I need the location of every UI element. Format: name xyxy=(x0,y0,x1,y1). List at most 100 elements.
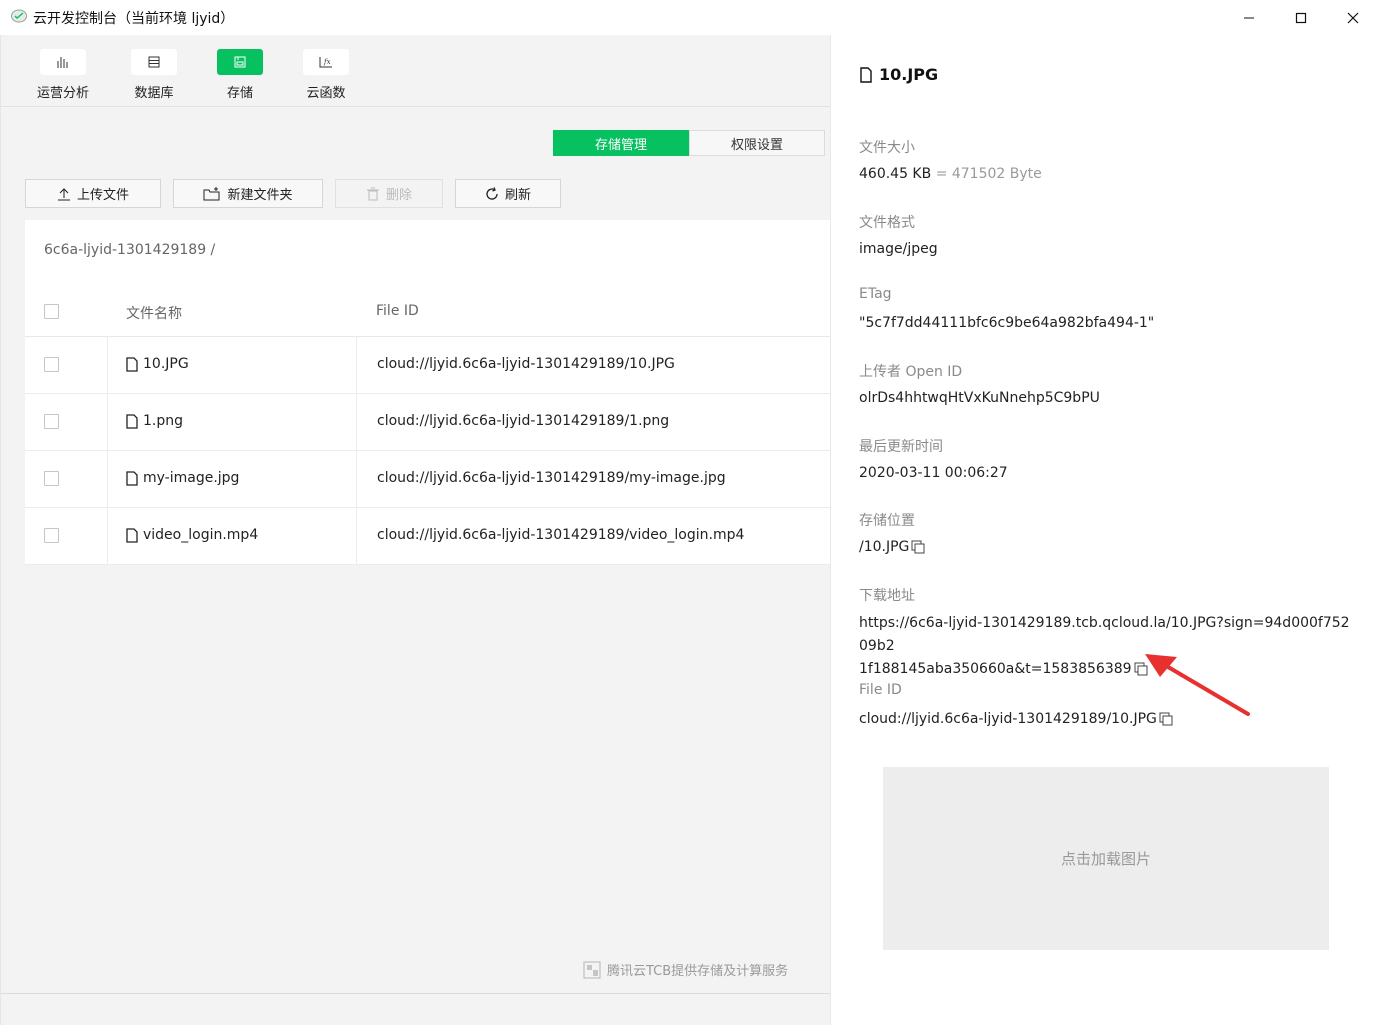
size-value-row: 460.45 KB = 471502 Byte xyxy=(859,166,1042,182)
uploader-value: olrDs4hhtwqHtVxKuNnehp5C9bPU xyxy=(859,390,1100,406)
close-button[interactable] xyxy=(1330,0,1376,35)
location-value-row: /10.JPG xyxy=(859,539,925,555)
column-header-name: 文件名称 xyxy=(126,306,182,322)
file-name: video_login.mp4 xyxy=(143,527,259,543)
copy-icon[interactable] xyxy=(1159,712,1173,726)
tencent-cloud-logo-icon xyxy=(583,961,601,978)
svg-text:fx: fx xyxy=(323,58,331,66)
storage-tabs: 存储管理 权限设置 xyxy=(553,130,825,156)
size-bytes: = 471502 Byte xyxy=(935,166,1042,182)
tab-permission-settings[interactable]: 权限设置 xyxy=(689,130,825,156)
row-checkbox[interactable] xyxy=(44,471,59,486)
nav-item-database[interactable]: 数据库 xyxy=(114,49,194,101)
file-table: 6c6a-ljyid-1301429189 / 文件名称 File ID 10.… xyxy=(25,220,831,565)
minimize-button[interactable] xyxy=(1226,0,1272,35)
file-name: 10.JPG xyxy=(143,356,189,372)
bar-chart-icon xyxy=(57,57,68,68)
minimize-icon xyxy=(1244,17,1254,18)
table-row[interactable]: video_login.mp4 cloud://ljyid.6c6a-ljyid… xyxy=(25,508,831,565)
upload-icon xyxy=(57,187,70,200)
copy-icon[interactable] xyxy=(1134,662,1148,676)
row-checkbox[interactable] xyxy=(44,528,59,543)
file-id-cell: cloud://ljyid.6c6a-ljyid-1301429189/my-i… xyxy=(377,470,726,486)
file-icon xyxy=(860,66,872,83)
image-preview-placeholder[interactable]: 点击加载图片 xyxy=(883,767,1329,950)
title-bar: 云开发控制台（当前环境 ljyid） xyxy=(0,0,1380,35)
storage-manager-panel: 运营分析 数据库 存储 fx 云函数 存储管理 权限设置 上传文件 新建文件夹 … xyxy=(0,35,831,1025)
file-icon xyxy=(126,356,138,372)
footer-divider xyxy=(1,993,831,994)
table-row[interactable]: 10.JPG cloud://ljyid.6c6a-ljyid-13014291… xyxy=(25,337,831,394)
download-label: 下载地址 xyxy=(859,588,915,604)
window-title: 云开发控制台（当前环境 ljyid） xyxy=(33,11,235,27)
tab-storage-manage[interactable]: 存储管理 xyxy=(553,130,689,156)
column-header-file-id: File ID xyxy=(376,303,419,319)
size-value: 460.45 KB xyxy=(859,166,932,182)
table-header: 文件名称 File ID xyxy=(25,286,831,337)
detail-title: 10.JPG xyxy=(859,65,938,84)
nav-label: 数据库 xyxy=(134,86,174,101)
breadcrumb[interactable]: 6c6a-ljyid-1301429189 / xyxy=(44,242,215,258)
nav-label: 存储 xyxy=(226,86,253,101)
file-id-cell: cloud://ljyid.6c6a-ljyid-1301429189/10.J… xyxy=(377,356,675,372)
file-name-cell[interactable]: video_login.mp4 xyxy=(125,527,258,543)
maximize-icon xyxy=(1295,12,1307,23)
row-checkbox[interactable] xyxy=(44,357,59,372)
file-name-cell[interactable]: 10.JPG xyxy=(125,356,189,372)
delete-label: 删除 xyxy=(385,188,412,203)
preview-text: 点击加载图片 xyxy=(1060,850,1151,868)
fileid-label: File ID xyxy=(859,682,902,698)
maximize-button[interactable] xyxy=(1278,0,1324,35)
size-label: 文件大小 xyxy=(859,140,915,156)
table-row[interactable]: my-image.jpg cloud://ljyid.6c6a-ljyid-13… xyxy=(25,451,831,508)
wechat-devtools-logo-icon xyxy=(11,9,27,23)
download-url: https://6c6a-ljyid-1301429189.tcb.qcloud… xyxy=(859,612,1354,681)
fileid-value-row: cloud://ljyid.6c6a-ljyid-1301429189/10.J… xyxy=(859,711,1173,727)
file-name-cell[interactable]: 1.png xyxy=(125,413,183,429)
upload-file-button[interactable]: 上传文件 xyxy=(25,179,161,208)
download-url-line: https://6c6a-ljyid-1301429189.tcb.qcloud… xyxy=(859,615,1350,654)
close-icon xyxy=(1347,12,1359,23)
file-id-cell: cloud://ljyid.6c6a-ljyid-1301429189/vide… xyxy=(377,527,745,543)
file-name-cell[interactable]: my-image.jpg xyxy=(125,470,239,486)
file-name: my-image.jpg xyxy=(143,470,240,486)
file-name: 1.png xyxy=(143,413,184,429)
copy-icon[interactable] xyxy=(911,540,925,554)
upload-label: 上传文件 xyxy=(76,188,129,203)
delete-button[interactable]: 删除 xyxy=(335,179,443,208)
file-id-cell: cloud://ljyid.6c6a-ljyid-1301429189/1.pn… xyxy=(377,413,670,429)
nav-item-storage[interactable]: 存储 xyxy=(200,49,280,101)
select-all-checkbox[interactable] xyxy=(44,304,59,319)
database-icon xyxy=(148,56,160,68)
refresh-button[interactable]: 刷新 xyxy=(455,179,561,208)
top-nav: 运营分析 数据库 存储 fx 云函数 xyxy=(1,35,831,107)
table-row[interactable]: 1.png cloud://ljyid.6c6a-ljyid-130142918… xyxy=(25,394,831,451)
detail-file-name: 10.JPG xyxy=(879,65,939,84)
file-icon xyxy=(126,527,138,543)
refresh-icon xyxy=(486,186,498,200)
nav-label: 云函数 xyxy=(306,86,346,101)
footer-text: 腾讯云TCB提供存储及计算服务 xyxy=(607,964,789,979)
footer-credit: 腾讯云TCB提供存储及计算服务 xyxy=(583,960,788,979)
fileid-value: cloud://ljyid.6c6a-ljyid-1301429189/10.J… xyxy=(859,711,1157,727)
file-icon xyxy=(126,413,138,429)
nav-label: 运营分析 xyxy=(36,86,89,101)
updated-label: 最后更新时间 xyxy=(859,439,943,455)
new-folder-icon xyxy=(203,186,220,200)
etag-label: ETag xyxy=(859,286,892,302)
format-value: image/jpeg xyxy=(859,241,938,257)
refresh-label: 刷新 xyxy=(504,188,531,203)
new-folder-button[interactable]: 新建文件夹 xyxy=(173,179,323,208)
location-label: 存储位置 xyxy=(859,513,915,529)
nav-item-functions[interactable]: fx 云函数 xyxy=(286,49,366,101)
file-icon xyxy=(126,470,138,486)
download-url-line-2: 1f188145aba350660a&t=1583856389 xyxy=(859,658,1354,681)
trash-icon xyxy=(366,187,379,200)
new-folder-label: 新建文件夹 xyxy=(227,188,293,203)
storage-icon xyxy=(234,56,246,68)
nav-item-analytics[interactable]: 运营分析 xyxy=(23,49,103,101)
updated-value: 2020-03-11 00:06:27 xyxy=(859,465,1008,481)
row-checkbox[interactable] xyxy=(44,414,59,429)
file-detail-panel: 10.JPG 文件大小 460.45 KB = 471502 Byte 文件格式… xyxy=(830,35,1380,1025)
etag-value: "5c7f7dd44111bfc6c9be64a982bfa494-1" xyxy=(859,315,1155,331)
